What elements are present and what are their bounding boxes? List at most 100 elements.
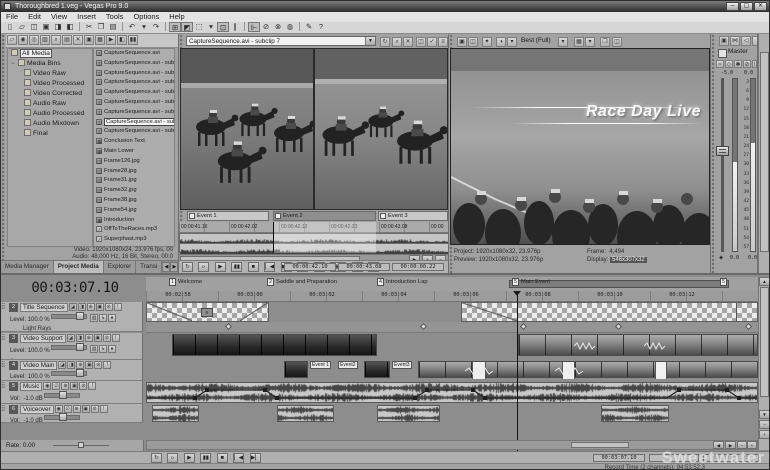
timeline-region-main-event[interactable]: 5Main Event [512,278,550,289]
menu-help[interactable]: Help [164,12,189,22]
normal-edit-tool-icon[interactable]: ⊞ [169,22,181,32]
keyframe-diamond[interactable] [520,323,527,330]
bus-fx-chain-icon[interactable]: ≈ [716,60,724,68]
undo-icon[interactable]: ↶ [126,22,138,32]
selection-start-timecode[interactable] [649,454,699,462]
solo-icon[interactable]: ! [100,405,108,413]
track-motion-icon[interactable]: ◪ [69,303,77,311]
timeline-marker-introduction[interactable]: 4Introduction Lap [377,278,428,289]
solo-icon[interactable]: ! [112,334,120,342]
tree-item-bin[interactable]: Video Processed [8,79,92,89]
pause-icon[interactable]: ▮▮ [200,453,211,463]
play-icon[interactable]: ▶ [184,453,195,463]
track-grip[interactable]: ⣿ [1,405,9,412]
generated-media-button[interactable]: ≡ [201,308,213,317]
media-file-selected[interactable]: ▥CaptureSequence.avi - subclip 7 [94,118,174,128]
dock-area-scrollbar[interactable] [758,34,770,273]
video-fx-icon[interactable]: ✦ [482,37,492,47]
marker-bar[interactable]: 1Welcome 2Saddle and Preparation 4Introd… [146,277,758,292]
bus-solo-icon[interactable]: ! [752,60,757,68]
project-properties-icon[interactable]: ▣ [457,37,467,47]
mute-icon[interactable]: ⊘ [94,361,102,369]
trimmer-clip-selector[interactable]: CaptureSequence.avi - subclip 7▼ [186,36,376,46]
region-number-tag[interactable]: 5 [512,278,519,286]
preview-video-display[interactable]: Race Day Live [450,48,710,245]
master-fader-track[interactable] [721,78,724,252]
tree-item-bin[interactable]: Audio Mixdown [8,119,92,129]
scroll-up-icon[interactable]: ▲ [759,277,770,286]
tree-item-bin[interactable]: Audio Processed [8,109,92,119]
play-from-start-icon[interactable]: ▹ [167,453,178,463]
media-file[interactable]: ♪OffToTheRaces.mp3 [94,225,174,235]
media-file[interactable]: ▨Frame126.jpg [94,157,174,167]
whats-this-help-icon[interactable]: ? [315,22,327,32]
track-motion-icon[interactable]: ◪ [58,361,66,369]
main-timecode-display[interactable]: 00:03:07.10 [7,277,143,300]
tree-item-bin[interactable]: Audio Raw [8,99,92,109]
paste-icon[interactable]: ▤ [107,22,119,32]
track-name[interactable]: Voiceover [20,405,54,414]
meter-lock-icon[interactable]: ◈ [719,255,723,261]
tree-item-bin[interactable]: Video Raw [8,69,92,79]
new-bin-icon[interactable]: ▦ [95,35,105,45]
tab-scroll-left-icon[interactable]: ◀ [162,262,170,272]
title-keyframe-strip[interactable] [146,322,758,333]
tree-item-media-bins[interactable]: −Media Bins [8,59,92,69]
menu-view[interactable]: View [46,12,72,22]
remove-media-icon[interactable]: ✕ [73,35,83,45]
project-properties-icon[interactable]: ▣ [40,22,52,32]
import-media-icon[interactable]: ▱ [7,35,17,45]
title-event[interactable]: ≡ [146,302,269,322]
fade-in[interactable] [462,303,517,321]
trimmer-video-frame-right[interactable] [314,48,448,210]
arm-record-icon[interactable]: ◉ [55,405,63,413]
interactive-tutorials-icon[interactable]: ✎ [303,22,315,32]
track-header-music[interactable]: ⣿5Music◉∅⊕▣⊘! Vol: -1.0 dB [1,381,143,404]
save-project-icon[interactable]: ◫ [28,22,40,32]
invert-phase-icon[interactable]: ∅ [64,405,72,413]
loop-playback-icon[interactable]: ↻ [151,453,162,463]
snapping-icon[interactable]: ∥ [229,22,241,32]
chevron-down-icon[interactable]: ▾ [585,37,595,47]
automation-settings-icon[interactable]: ⊕ [87,303,95,311]
media-properties-icon[interactable]: ▣ [84,35,94,45]
arm-record-icon[interactable]: ◉ [43,382,51,390]
menu-options[interactable]: Options [128,12,164,22]
trimmer-event-2-selected[interactable]: Event 2 [273,211,376,221]
new-project-icon[interactable]: ▯ [4,22,16,32]
zoom-in-track-icon[interactable]: + [759,430,770,439]
undo-dropdown-icon[interactable]: ▾ [138,22,150,32]
pause-icon[interactable]: ▮▮ [231,262,242,272]
volume-slider[interactable] [44,415,80,420]
fade-out[interactable] [240,303,268,321]
external-control-icon[interactable]: ◍ [284,22,296,32]
lock-envelopes-icon[interactable]: ⊘ [260,22,272,32]
views-icon[interactable]: ▤ [62,35,72,45]
track-header-video-main[interactable]: ⣿4Video Main◪◨⊕▣⊘! Level: 100.0 % [1,360,143,381]
tree-item-all-media[interactable]: All Media [8,49,92,59]
create-subclip-icon[interactable]: ◫ [416,37,426,47]
media-file[interactable]: ▥CaptureSequence.avi - subclip 3 [94,78,174,88]
cut-icon[interactable]: ✂ [83,22,95,32]
arm-icon[interactable]: ● [108,345,116,353]
zoom-out-track-icon[interactable]: − [759,420,770,429]
media-file[interactable]: ▨Frame31.jpg [94,176,174,186]
marker-number-tag[interactable]: 4 [377,278,384,286]
mute-icon[interactable]: ⊘ [79,382,87,390]
close-button[interactable]: ✕ [754,2,767,11]
zoom-in-icon[interactable]: + [747,441,757,449]
title-bar[interactable]: Thoroughbred 1.veg - Vegas Pro 9.0 ─ ▢ ✕ [1,1,769,12]
insert-bus-icon[interactable]: ▣ [719,36,729,46]
scrollbar-thumb[interactable] [571,442,629,448]
play-from-start-icon[interactable]: ▹ [198,262,209,272]
media-file[interactable]: ▦Conclusion Text [94,137,174,147]
zoom-out-icon[interactable]: − [737,441,747,449]
media-file[interactable]: ▦Main Lower [94,147,174,157]
trimmer-cursor[interactable] [273,222,274,253]
track-header-title-sequence[interactable]: ⣿2Title Sequence◪◨⊕▣⊘! Level: 100.0 % ▥↳… [1,302,143,332]
open-project-icon[interactable]: ▱ [16,22,28,32]
volume-envelope[interactable] [147,383,757,404]
chevron-down-icon[interactable]: ▾ [507,37,517,47]
media-file[interactable]: ▨Frame28.jpg [94,167,174,177]
envelope-edit-tool-icon[interactable]: ◩ [181,22,193,32]
